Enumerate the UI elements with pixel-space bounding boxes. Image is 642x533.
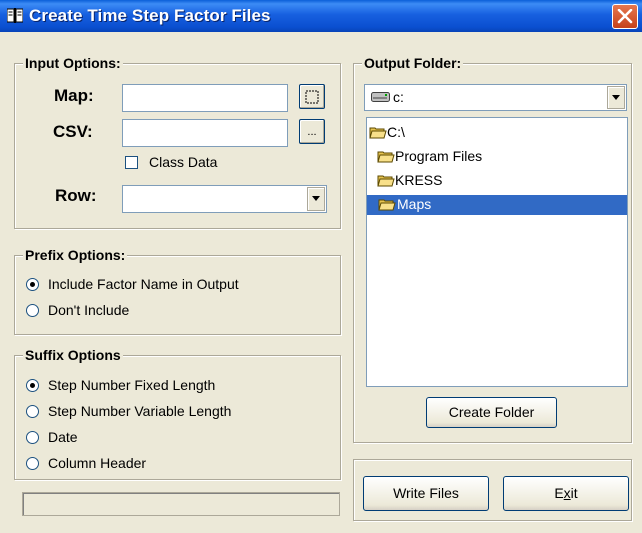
suffix-radio-date[interactable] (26, 431, 39, 444)
class-data-label: Class Data (149, 154, 218, 170)
drive-value: c: (393, 89, 404, 105)
prefix-radio-dont-include[interactable] (26, 304, 39, 317)
map-field[interactable] (122, 84, 288, 112)
folder-open-icon (377, 151, 395, 163)
row-label: Row: (55, 186, 97, 205)
row-combobox[interactable] (122, 185, 327, 213)
csv-browse-button[interactable]: ... (299, 119, 325, 144)
window-title: Create Time Step Factor Files (29, 6, 271, 25)
write-files-button[interactable]: Write Files (363, 476, 489, 511)
input-options-legend: Input Options: (23, 55, 123, 71)
suffix-option-variable-length-label: Step Number Variable Length (48, 403, 232, 419)
status-bar (22, 492, 340, 516)
exit-button[interactable]: Exit (503, 476, 629, 511)
drive-combobox[interactable]: c: (364, 84, 627, 111)
title-bar[interactable]: Create Time Step Factor Files (0, 0, 642, 32)
suffix-option-date-label: Date (48, 429, 78, 445)
folder-open-icon (377, 175, 395, 187)
prefix-options-group: Prefix Options: (14, 247, 341, 335)
folder-tree[interactable]: C:\ Program Files KRESS Maps (366, 117, 628, 387)
prefix-option-dont-include-label: Don't Include (48, 302, 130, 318)
map-select-button[interactable] (299, 84, 325, 109)
dialog-window: Create Time Step Factor Files Input Opti… (0, 0, 642, 533)
drive-icon (371, 92, 390, 102)
folder-open-icon (378, 199, 396, 211)
suffix-options-legend: Suffix Options (23, 347, 123, 363)
suffix-radio-fixed-length[interactable] (26, 379, 39, 392)
csv-field[interactable] (122, 119, 288, 147)
select-region-icon (305, 90, 319, 104)
create-folder-button[interactable]: Create Folder (426, 397, 557, 428)
close-icon (617, 9, 633, 24)
suffix-radio-column-header[interactable] (26, 457, 39, 470)
class-data-checkbox[interactable] (125, 156, 138, 169)
app-book-icon (7, 8, 23, 23)
folder-open-icon (369, 127, 387, 139)
prefix-radio-include[interactable] (26, 278, 39, 291)
suffix-radio-variable-length[interactable] (26, 405, 39, 418)
tree-item-maps[interactable]: Maps (367, 195, 627, 215)
row-dropdown-arrow-icon[interactable] (307, 187, 325, 211)
drive-dropdown-arrow-icon[interactable] (607, 86, 625, 109)
suffix-option-fixed-length-label: Step Number Fixed Length (48, 377, 216, 393)
prefix-options-legend: Prefix Options: (23, 247, 128, 263)
suffix-option-column-header-label: Column Header (48, 455, 147, 471)
close-button[interactable] (612, 4, 638, 29)
map-label: Map: (54, 86, 94, 105)
output-folder-legend: Output Folder: (362, 55, 464, 71)
csv-label: CSV: (53, 122, 93, 141)
prefix-option-include-label: Include Factor Name in Output (48, 276, 239, 292)
